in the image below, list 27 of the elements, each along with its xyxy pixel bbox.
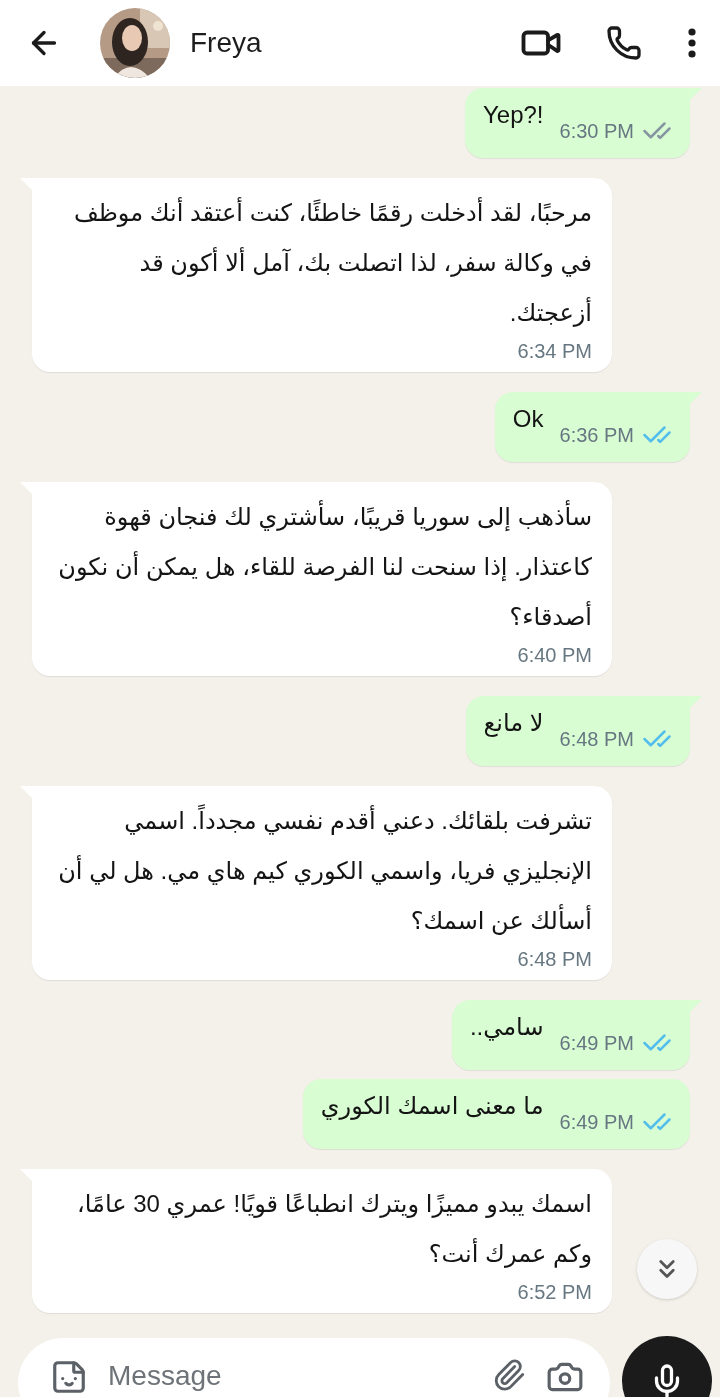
message-time: 6:52 PM — [517, 1280, 592, 1305]
message-time: 6:34 PM — [517, 339, 592, 364]
menu-icon — [688, 28, 696, 58]
voice-call-button[interactable] — [606, 25, 642, 61]
message-time: 6:40 PM — [517, 643, 592, 668]
message-text: لا مانع — [483, 708, 544, 739]
phone-icon — [606, 25, 642, 61]
menu-button[interactable] — [688, 28, 696, 58]
message-text: Yep?! — [483, 100, 544, 130]
message-text: اسمك يبدو مميزًا ويترك انطباعًا قويًا! عمري 30 عامًا، وكم عمرك أنت؟ — [76, 1189, 592, 1270]
message-time: 6:48 PM — [559, 727, 634, 752]
attach-icon[interactable] — [492, 1358, 526, 1392]
scroll-down-button[interactable] — [637, 1239, 697, 1299]
message-text: ما معنى اسمك الكوري — [320, 1091, 544, 1122]
message-time: 6:30 PM — [559, 119, 634, 144]
message-text: Ok — [512, 404, 544, 434]
message-text: سامي.. — [469, 1012, 544, 1043]
message-time: 6:49 PM — [559, 1110, 634, 1135]
sticker-icon[interactable] — [50, 1358, 88, 1396]
message-time: 6:48 PM — [517, 947, 592, 972]
contact-name[interactable]: Freya — [190, 27, 520, 59]
message-time: 6:36 PM — [559, 423, 634, 448]
message-text: مرحبًا، لقد أدخلت رقمًا خاطئًا، كنت أعتقد أنك موظف في وكالة سفر، لذا اتصلت بك، آمل ألا أكون قد أزعجتك. — [72, 196, 592, 329]
message-time: 6:49 PM — [559, 1031, 634, 1056]
message-field[interactable]: Message — [108, 1358, 472, 1394]
message-text: سأذهب إلى سوريا قريبًا، سأشتري لك فنجان قهوة كاعتذار. إذا سنحت لنا الفرصة للقاء، هل يمكن أن نكون أصدقاء؟ — [54, 492, 592, 642]
message-text: تشرفت بلقائك. دعني أقدم نفسي مجدداً. اسمي الإنجليزي فريا، واسمي الكوري كيم هاي مي. هل لي أن أسألك عن اسمك؟ — [54, 796, 592, 946]
